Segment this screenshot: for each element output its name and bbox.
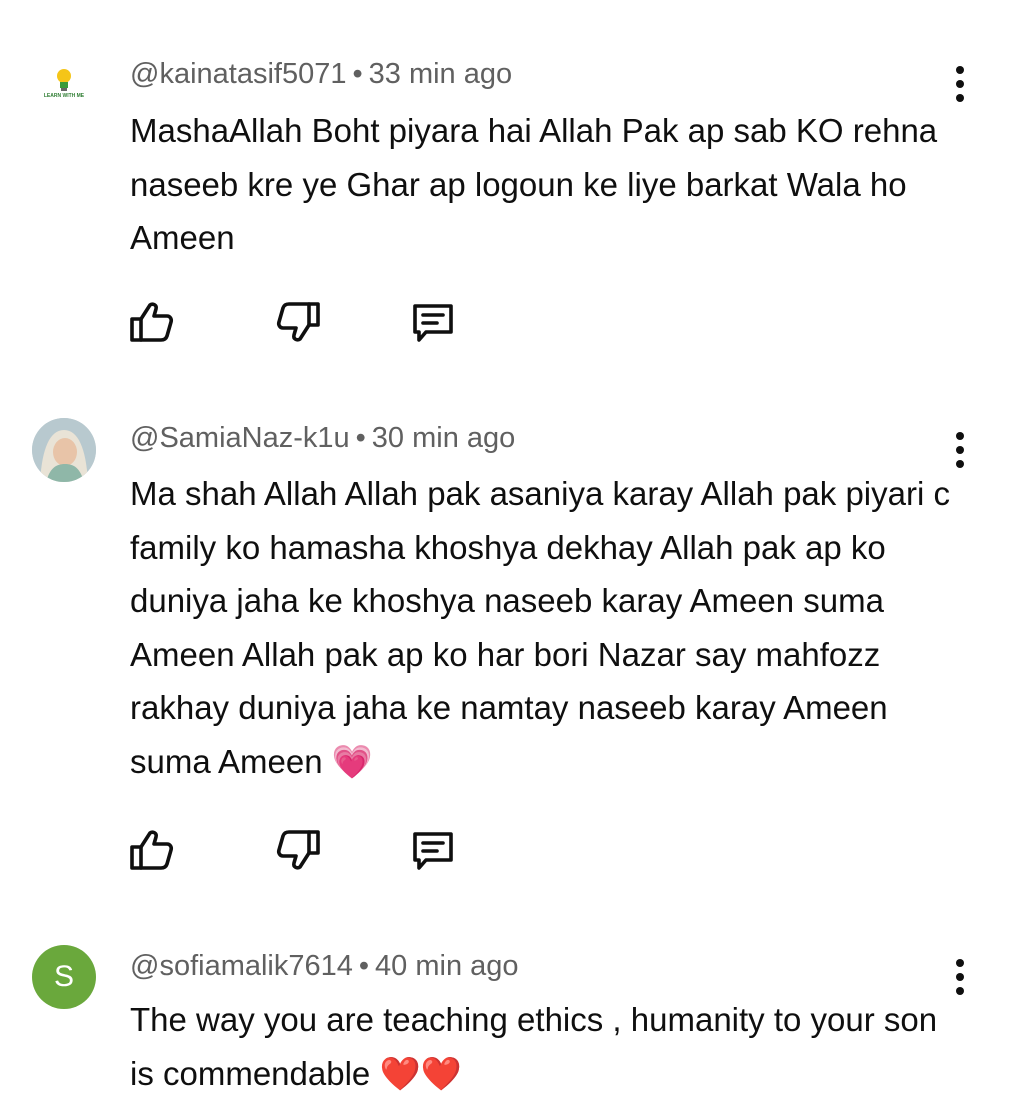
separator: • [358,950,370,982]
red-heart-emoji: ❤️❤️ [379,1053,462,1093]
heart-emoji: 💗 [331,741,373,781]
more-options-button[interactable] [940,62,980,106]
comment-meta: @SamiaNaz-k1u • 30 min ago [130,422,515,455]
more-options-icon [956,959,964,967]
comment-meta: @sofiamalik7614 • 40 min ago [130,950,519,983]
avatar[interactable]: LEARN WITH ME [32,50,96,114]
comment-body: The way you are teaching ethics , humani… [130,1001,938,1092]
dislike-button[interactable] [274,298,322,346]
more-options-icon [956,66,964,74]
comment-author[interactable]: @SamiaNaz-k1u [130,422,350,454]
comment-text: The way you are teaching ethics , humani… [130,993,960,1100]
like-button[interactable] [128,826,176,874]
like-icon [130,830,174,870]
avatar-logo-text: LEARN WITH ME [43,92,85,99]
comment-author[interactable]: @kainatasif5071 [130,58,346,90]
comment-text: MashaAllah Boht piyara hai Allah Pak ap … [130,104,960,265]
comment-author[interactable]: @sofiamalik7614 [130,950,353,982]
comment-meta: @kainatasif5071 • 33 min ago [130,58,512,91]
reply-button[interactable] [409,298,457,346]
like-button[interactable] [128,298,176,346]
dislike-icon [276,302,320,342]
reply-icon [413,832,453,870]
avatar-letter: S [53,960,74,993]
comment-body: Ma shah Allah Allah pak asaniya karay Al… [130,475,950,780]
more-options-button[interactable] [940,428,980,472]
comment-body: MashaAllah Boht piyara hai Allah Pak ap … [130,112,938,256]
separator: • [355,422,366,454]
reply-button[interactable] [409,826,457,874]
dislike-icon [276,830,320,870]
comment-text: Ma shah Allah Allah pak asaniya karay Al… [130,467,960,788]
comment-time: 30 min ago [371,422,516,454]
lightbulb-icon [57,68,71,91]
dislike-button[interactable] [274,826,322,874]
like-icon [130,302,174,342]
user-photo-icon [32,418,96,482]
separator: • [352,58,363,90]
comment-time: 33 min ago [368,58,513,90]
comment-time: 40 min ago [375,950,519,982]
more-options-icon [956,432,964,440]
reply-icon [413,304,453,342]
avatar[interactable]: S [32,945,96,1009]
avatar[interactable] [32,418,96,482]
